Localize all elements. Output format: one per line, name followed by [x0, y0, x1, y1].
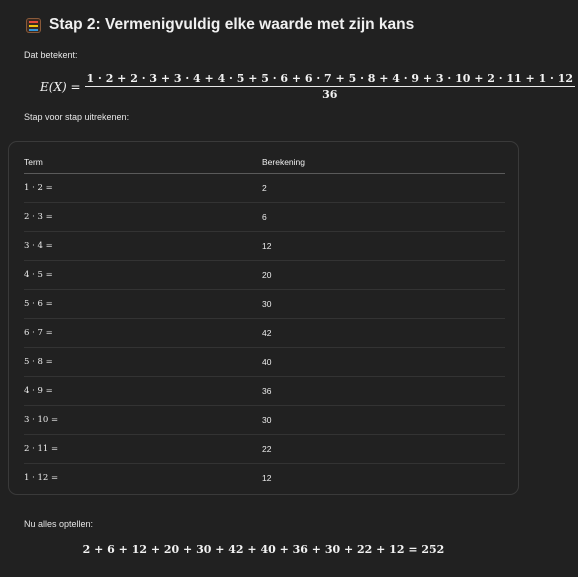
table-row: 6 · 7 = 42 [24, 318, 505, 348]
table-row: 2 · 11 = 22 [24, 434, 505, 464]
result-cell: 22 [262, 434, 505, 464]
table-row: 2 · 3 = 6 [24, 202, 505, 232]
formula-numerator: 1 · 2 + 2 · 3 + 3 · 4 + 4 · 5 + 5 · 6 + … [84, 72, 576, 87]
term-cell: 2 · 11 = [24, 434, 262, 464]
term-cell: 1 · 2 = [24, 173, 262, 203]
calculation-table-card: Term Berekening 1 · 2 = 2 2 · 3 = 6 3 · … [8, 141, 519, 495]
sum-label: Nu alles optellen: [24, 519, 94, 529]
term-cell: 3 · 10 = [24, 405, 262, 435]
result-cell: 42 [262, 318, 505, 348]
step-label: Stap voor stap uitrekenen: [24, 112, 130, 122]
formula-denominator: 36 [322, 88, 338, 101]
term-cell: 4 · 5 = [24, 260, 262, 290]
formula-fraction: 1 · 2 + 2 · 3 + 3 · 4 + 4 · 5 + 5 · 6 + … [84, 72, 576, 101]
term-cell: 6 · 7 = [24, 318, 262, 348]
calculation-table: Term Berekening 1 · 2 = 2 2 · 3 = 6 3 · … [24, 151, 505, 492]
term-cell: 4 · 9 = [24, 376, 262, 406]
formula-lhs: E(X) = [40, 79, 81, 94]
term-cell: 3 · 4 = [24, 231, 262, 261]
result-cell: 6 [262, 202, 505, 232]
table-row: 4 · 5 = 20 [24, 260, 505, 290]
column-header-berekening: Berekening [262, 151, 505, 174]
result-cell: 12 [262, 473, 272, 483]
column-header-term: Term [24, 151, 262, 174]
table-header-row: Term Berekening [24, 151, 505, 174]
table-row: 1 · 2 = 2 [24, 173, 505, 203]
term-cell: 1 · 12 = [24, 473, 59, 483]
term-cell: 2 · 3 = [24, 202, 262, 232]
term-cell: 5 · 6 = [24, 289, 262, 319]
table-row: 3 · 4 = 12 [24, 231, 505, 261]
table-row: 1 · 12 = 12 [24, 464, 505, 493]
result-cell: 2 [262, 173, 505, 203]
result-cell: 30 [262, 405, 505, 435]
result-cell: 40 [262, 347, 505, 377]
intro-text: Dat betekent: [24, 50, 78, 60]
sum-formula: 2 + 6 + 12 + 20 + 30 + 42 + 40 + 36 + 30… [82, 543, 445, 556]
result-cell: 20 [262, 260, 505, 290]
table-row: 5 · 8 = 40 [24, 347, 505, 377]
result-cell: 30 [262, 289, 505, 319]
expected-value-formula: E(X) = 1 · 2 + 2 · 3 + 3 · 4 + 4 · 5 + 5… [40, 72, 576, 101]
result-cell: 36 [262, 376, 505, 406]
table-row: 4 · 9 = 36 [24, 376, 505, 406]
abacus-icon [26, 17, 41, 33]
chat-response: Stap 2: Vermenigvuldig elke waarde met z… [0, 0, 578, 577]
table-row: 3 · 10 = 30 [24, 405, 505, 435]
result-cell: 12 [262, 231, 505, 261]
section-heading: Stap 2: Vermenigvuldig elke waarde met z… [26, 16, 414, 34]
heading-title: Stap 2: Vermenigvuldig elke waarde met z… [49, 16, 415, 33]
term-cell: 5 · 8 = [24, 347, 262, 377]
table-row: 5 · 6 = 30 [24, 289, 505, 319]
